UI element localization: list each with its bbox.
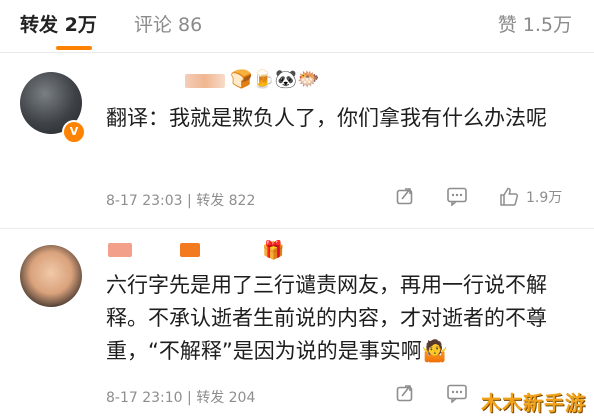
share-button[interactable] xyxy=(395,383,415,403)
tab-forward[interactable]: 转发 2万 xyxy=(20,12,97,38)
comment-text: 六行字先是用了三行谴责网友，再用一行说不解释。不承认逝者生前说的内容，才对逝者的… xyxy=(106,273,547,363)
comment-forward-count[interactable]: 转发 204 xyxy=(196,390,255,406)
avatar-caption: 咦惹 xyxy=(52,303,74,307)
like-count: 1.9万 xyxy=(526,190,563,206)
thumbs-up-icon xyxy=(500,187,519,206)
share-icon xyxy=(396,188,413,205)
comment-button[interactable] xyxy=(446,186,468,206)
username-redacted xyxy=(108,243,132,257)
comment-timestamp: 8-17 23:03 xyxy=(106,193,183,209)
share-button[interactable] xyxy=(395,186,415,206)
comment-item: V 🍞🍺🐼🐡 翻译：我就是欺负人了，你们拿我有什么办法呢 8-17 23:03 … xyxy=(0,58,594,229)
username-emoji: 🎁 xyxy=(262,240,285,261)
avatar[interactable]: 咦惹 xyxy=(20,245,82,307)
comment-icon xyxy=(447,384,467,403)
watermark: 木木新手游 xyxy=(481,391,586,415)
tab-like[interactable]: 赞 1.5万 xyxy=(498,12,572,38)
comment-meta: 8-17 23:03 | 转发 822 xyxy=(106,190,255,210)
username-redacted xyxy=(180,243,200,257)
verified-badge-icon: V xyxy=(62,120,86,144)
comment-button[interactable] xyxy=(446,383,468,403)
meta-divider: | xyxy=(187,390,197,406)
meta-divider: | xyxy=(187,193,197,209)
share-icon xyxy=(396,385,413,402)
comment-timestamp: 8-17 23:10 xyxy=(106,390,183,406)
comment-text: 翻译：我就是欺负人了，你们拿我有什么办法呢 xyxy=(106,106,547,130)
like-button[interactable]: 1.9万 xyxy=(498,186,562,208)
username-redacted xyxy=(185,74,225,88)
tab-bar: 转发 2万 评论 86 赞 1.5万 xyxy=(0,0,594,53)
comment-meta: 8-17 23:10 | 转发 204 xyxy=(106,387,255,407)
comment-icon xyxy=(447,187,467,206)
active-tab-indicator xyxy=(56,46,92,50)
tab-comment[interactable]: 评论 86 xyxy=(134,12,202,38)
username-emoji: 🍞🍺🐼🐡 xyxy=(230,69,320,90)
comment-forward-count[interactable]: 转发 822 xyxy=(196,193,255,209)
